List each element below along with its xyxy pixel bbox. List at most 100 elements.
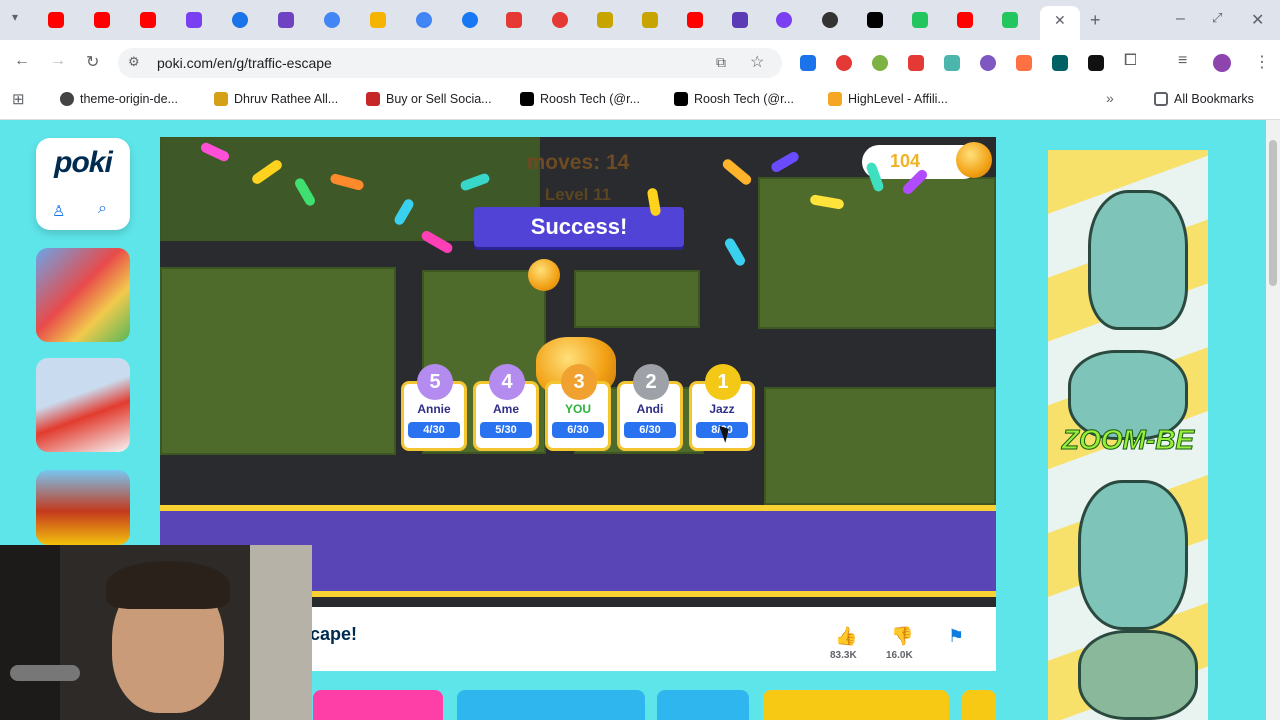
tab-strip: ▾ ✕ + – ⤢ ✕ (0, 0, 1280, 40)
bookmark-item[interactable]: theme-origin-de... (60, 92, 178, 106)
rank-badge: 2 (633, 364, 669, 400)
app-tab-icon[interactable] (370, 12, 386, 28)
app-tab-icon[interactable] (552, 12, 568, 28)
scrollbar-thumb[interactable] (1269, 140, 1277, 286)
webcam-background (0, 545, 60, 720)
k-tab-icon[interactable] (1002, 12, 1018, 28)
youtube-tab-icon[interactable] (957, 12, 973, 28)
webcam-overlay (0, 545, 312, 720)
player-score: 6/30 (624, 422, 676, 438)
back-icon[interactable]: ← (14, 52, 30, 70)
close-tab-icon[interactable]: ✕ (1054, 12, 1066, 29)
report-flag-icon[interactable]: ⚑ (948, 626, 964, 647)
tab-search-chevron-icon[interactable]: ▾ (12, 10, 18, 24)
player-name: Jazz (709, 402, 735, 416)
profile-avatar[interactable] (1213, 54, 1231, 72)
microphone (10, 665, 80, 681)
extension-icon[interactable] (1052, 55, 1068, 71)
site-info-icon[interactable]: ⚙ (128, 54, 140, 70)
youtube-tab-icon[interactable] (687, 12, 703, 28)
player-name: YOU (564, 402, 591, 416)
game-tile[interactable] (763, 690, 949, 720)
search-icon[interactable]: ⌕ (98, 200, 107, 218)
install-app-icon[interactable]: ⧉ (716, 54, 726, 71)
bookmark-item[interactable]: HighLevel - Affili... (828, 92, 948, 106)
close-window-icon[interactable]: ✕ (1251, 10, 1264, 30)
k-tab-icon[interactable] (912, 12, 928, 28)
poki-logo-card[interactable]: poki ♙ ⌕ (36, 138, 130, 230)
minimize-icon[interactable]: – (1176, 10, 1185, 28)
app-tab-icon[interactable] (732, 12, 748, 28)
new-tab-icon[interactable]: + (1090, 10, 1101, 31)
edge-tab-icon[interactable] (232, 12, 248, 28)
forward-icon[interactable]: → (50, 52, 66, 70)
person-icon (214, 92, 228, 106)
webcam-background (250, 545, 312, 720)
media-control-icon[interactable]: ≡ (1178, 52, 1187, 70)
ad-title: ZOOM-BE (1061, 424, 1195, 456)
confetti (723, 236, 747, 268)
extension-icon[interactable] (1088, 55, 1104, 71)
dislike-icon[interactable]: 👎 (891, 626, 913, 647)
bookmark-star-icon[interactable]: ☆ (750, 52, 764, 72)
extensions-puzzle-icon[interactable]: ⧠ (1124, 52, 1137, 70)
tiktok-icon (520, 92, 534, 106)
leaderboard-slot: 2 Andi 6/30 (617, 364, 683, 451)
ex-tab-icon[interactable] (642, 12, 658, 28)
game-tile[interactable] (657, 690, 749, 720)
tiktok-tab-icon[interactable] (867, 12, 883, 28)
active-tab[interactable]: ✕ (1040, 6, 1080, 40)
player-name: Andi (636, 402, 664, 416)
reload-icon[interactable]: ↻ (86, 52, 99, 72)
zombie-figure (1088, 190, 1188, 330)
game-tile[interactable] (457, 690, 645, 720)
extension-icon[interactable] (908, 55, 924, 71)
rank-badge: 5 (417, 364, 453, 400)
grass-block (764, 387, 996, 505)
all-bookmarks-folder[interactable]: All Bookmarks (1154, 92, 1254, 106)
bookmark-item[interactable]: Roosh Tech (@r... (674, 92, 794, 106)
a-logo-icon (366, 92, 380, 106)
extension-icon[interactable] (980, 55, 996, 71)
game-tile[interactable] (962, 690, 996, 720)
twitch-tab-icon[interactable] (278, 12, 294, 28)
restore-icon[interactable]: ⤢ (1212, 10, 1222, 26)
bookmark-item[interactable]: Buy or Sell Socia... (366, 92, 492, 106)
gemini-tab-icon[interactable] (324, 12, 340, 28)
bookmarks-bar (0, 84, 1280, 120)
extension-icon[interactable] (1016, 55, 1032, 71)
openai-tab-icon[interactable] (822, 12, 838, 28)
extension-icon[interactable] (836, 55, 852, 71)
player-score: 4/30 (408, 422, 460, 438)
google-tab-icon[interactable] (416, 12, 432, 28)
menu-kebab-icon[interactable]: ⋮ (1254, 52, 1270, 72)
game-thumbnail-snowplow[interactable] (36, 358, 130, 452)
url-text[interactable]: poki.com/en/g/traffic-escape (157, 55, 332, 71)
poki-logo[interactable]: poki (36, 146, 130, 180)
coin-icon (528, 259, 560, 291)
user-icon[interactable]: ♙ (52, 202, 65, 220)
folder-icon (1154, 92, 1168, 106)
facebook-tab-icon[interactable] (462, 12, 478, 28)
like-icon[interactable]: 👍 (835, 626, 857, 647)
youtube-tab-icon[interactable] (140, 12, 156, 28)
youtube-tab-icon[interactable] (94, 12, 110, 28)
player-name: Ame (492, 402, 519, 416)
app-tab-icon[interactable] (186, 12, 202, 28)
zombie-figure (1078, 630, 1198, 720)
bookmark-item[interactable]: Dhruv Rathee All... (214, 92, 338, 106)
extension-icon[interactable] (944, 55, 960, 71)
game-tile[interactable] (313, 690, 443, 720)
game-thumbnail-harvester[interactable] (36, 470, 130, 545)
bookmark-item[interactable]: Roosh Tech (@r... (520, 92, 640, 106)
extension-icon[interactable] (872, 55, 888, 71)
apps-grid-icon[interactable]: ⊞ (12, 90, 25, 108)
youtube-tab-icon[interactable] (48, 12, 64, 28)
game-thumbnail-parking[interactable] (36, 248, 130, 342)
download-extension-icon[interactable] (800, 55, 816, 71)
more-bookmarks-chevron-icon[interactable]: » (1106, 90, 1114, 106)
app-tab-icon[interactable] (776, 12, 792, 28)
app-tab-icon[interactable] (506, 12, 522, 28)
ex-tab-icon[interactable] (597, 12, 613, 28)
leaderboard-slot: 5 Annie 4/30 (401, 364, 467, 451)
